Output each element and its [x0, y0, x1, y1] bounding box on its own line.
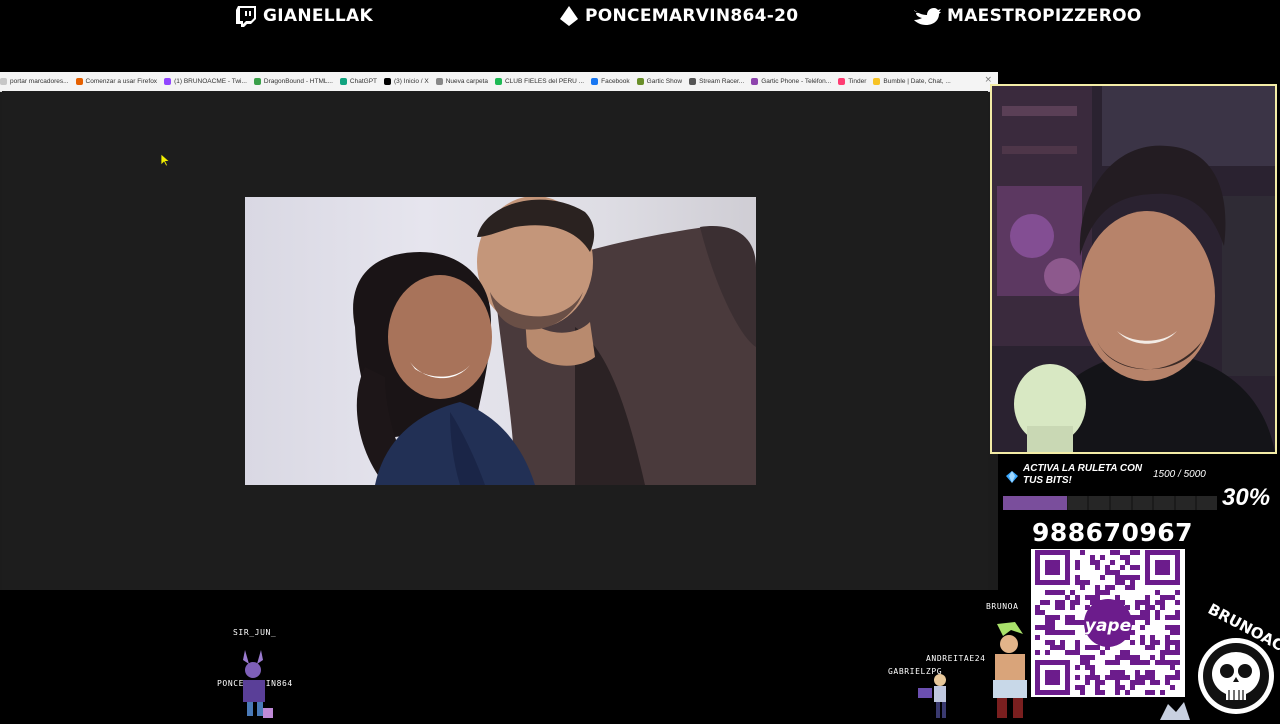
bookmark-item[interactable]: Bumble | Date, Chat, ...	[873, 78, 951, 85]
kick-icon	[559, 5, 579, 27]
facebook-icon	[591, 78, 599, 85]
bits-goal-widget: ACTIVA LA RULETA CON TUS BITS! 1500 / 50…	[1000, 462, 1280, 522]
bookmark-label: Comenzar a usar Firefox	[85, 78, 158, 85]
social-twitter: MAESTROPIZZEROO	[913, 5, 1142, 27]
bookmark-label: Gartic Show	[646, 78, 683, 85]
bookmark-label: Facebook	[601, 78, 630, 85]
chatgpt-icon	[339, 78, 347, 85]
chat-username: ANDREITAE24	[926, 654, 986, 663]
kick-handle: PONCEMARVIN864-20	[585, 6, 799, 26]
twitter-bird-icon	[913, 7, 941, 25]
yape-phone-number: 988670967	[1032, 518, 1194, 547]
bookmark-label: (1) BRUNOACME - Twi...	[174, 78, 247, 85]
bookmark-item[interactable]: Facebook	[591, 78, 630, 85]
social-twitch: GIANELLAK	[235, 5, 373, 27]
bumble-icon	[873, 78, 881, 85]
bookmark-label: Nueva carpeta	[445, 78, 488, 85]
bits-progress-fill	[1003, 496, 1067, 510]
bookmark-item[interactable]: portar marcadores...	[0, 78, 69, 85]
bookmark-label: CLUB FIELES del PERU ...	[504, 78, 585, 85]
dragonbound-icon	[253, 78, 261, 85]
bookmark-item[interactable]: DragonBound - HTML...	[253, 78, 333, 85]
firefox-icon	[75, 78, 83, 85]
bookmark-label: Gartic Phone - Teléfon...	[761, 78, 832, 85]
bookmark-item[interactable]: ChatGPT	[339, 78, 378, 85]
bookmark-label: Bumble | Date, Chat, ...	[883, 78, 951, 85]
bookmark-item[interactable]: Nueva carpeta	[435, 78, 488, 85]
chat-avatar-sprite	[912, 670, 952, 724]
twitch-icon	[235, 5, 257, 27]
folder-icon	[435, 78, 443, 85]
bookmark-item[interactable]: (3) Inicio / X	[384, 78, 429, 85]
twitch-favicon-icon	[164, 78, 172, 85]
chat-username: BRUNOA	[986, 602, 1019, 611]
social-kick: PONCEMARVIN864-20	[559, 5, 798, 27]
bits-goal-count: 1500 / 5000	[1153, 469, 1206, 480]
chat-avatar-sprite	[235, 650, 280, 724]
gartic-show-icon	[636, 78, 644, 85]
tinder-icon	[838, 78, 846, 85]
chat-username: SIR_JUN_	[233, 628, 277, 637]
twitch-handle: GIANELLAK	[263, 6, 373, 26]
chat-avatar-sprite	[1160, 700, 1190, 724]
social-bar: GIANELLAK PONCEMARVIN864-20 MAESTROPIZZE…	[0, 0, 1280, 34]
bookmark-label: DragonBound - HTML...	[263, 78, 333, 85]
sheet-icon	[494, 78, 502, 85]
yape-logo-text: yape	[1085, 616, 1131, 636]
bookmark-item[interactable]: Gartic Phone - Teléfon...	[751, 78, 831, 85]
bookmark-label: portar marcadores...	[10, 78, 69, 85]
globe-icon	[689, 78, 697, 85]
bits-gem-icon	[1006, 468, 1018, 487]
gartic-phone-icon	[751, 78, 759, 85]
chat-avatar-sprite	[985, 622, 1035, 724]
bits-goal-title: ACTIVA LA RULETA CON TUS BITS!	[1023, 463, 1143, 486]
bookmark-item[interactable]: Tinder	[838, 78, 866, 85]
bookmark-item[interactable]: (1) BRUNOACME - Twi...	[164, 78, 247, 85]
twitter-handle: MAESTROPIZZEROO	[947, 6, 1142, 26]
bookmarks-bar: portar marcadores... Comenzar a usar Fir…	[0, 72, 998, 92]
bits-goal-percent: 30%	[1222, 484, 1271, 511]
bookmark-label: Stream Racer...	[699, 78, 745, 85]
bookmark-item[interactable]: Gartic Show	[636, 78, 683, 85]
bookmark-label: ChatGPT	[349, 78, 378, 85]
bookmark-label: (3) Inicio / X	[394, 78, 429, 85]
mouse-cursor-icon	[160, 152, 171, 171]
bookmark-item[interactable]: Comenzar a usar Firefox	[75, 78, 158, 85]
webcam-feed	[990, 84, 1277, 454]
bookmark-favicon-icon	[0, 78, 7, 85]
bookmark-item[interactable]: Stream Racer...	[689, 78, 744, 85]
bookmark-item[interactable]: CLUB FIELES del PERU ...	[494, 78, 585, 85]
bookmark-label: Tinder	[848, 78, 867, 85]
brunoacme-logo: BRUNOACME	[1188, 598, 1280, 720]
x-icon	[384, 78, 392, 85]
couple-selfie-image	[245, 197, 756, 485]
yape-qr-code: yape	[1031, 549, 1185, 697]
